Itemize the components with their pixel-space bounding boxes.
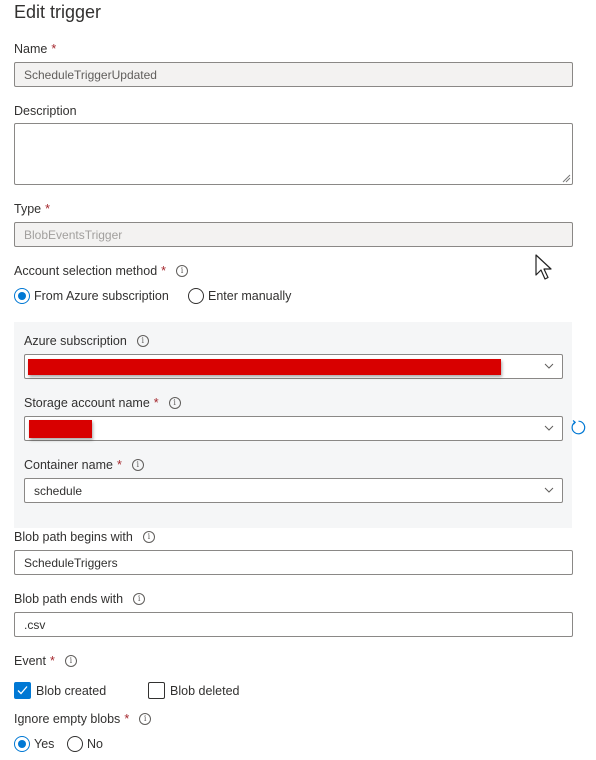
page-title: Edit trigger — [14, 2, 102, 22]
required-marker: * — [124, 712, 130, 726]
description-label: Description — [14, 104, 77, 118]
blob-begins-input[interactable]: ScheduleTriggers — [14, 550, 573, 575]
name-label-text: Name — [14, 42, 48, 56]
blob-ends-value: .csv — [24, 617, 46, 632]
blob-begins-value: ScheduleTriggers — [24, 555, 118, 570]
required-marker: * — [49, 654, 55, 668]
type-label-text: Type — [14, 202, 42, 216]
blob-ends-label-text: Blob path ends with — [14, 592, 124, 606]
info-icon[interactable]: i — [64, 655, 77, 667]
blob-begins-label: Blob path begins with i — [14, 530, 155, 544]
radio-no[interactable]: No — [67, 736, 103, 752]
blob-ends-input[interactable]: .csv — [14, 612, 573, 637]
info-icon[interactable]: i — [168, 397, 181, 409]
required-marker: * — [45, 202, 50, 216]
radio-enter-manually[interactable]: Enter manually — [188, 288, 291, 304]
radio-from-subscription[interactable]: From Azure subscription — [14, 288, 169, 304]
azure-subscription-label: Azure subscription i — [24, 334, 149, 348]
ignore-empty-label: Ignore empty blobs * i — [14, 712, 152, 726]
checkbox-checked-icon[interactable] — [14, 682, 31, 699]
required-marker: * — [116, 458, 122, 472]
checkbox-label: Blob deleted — [170, 683, 240, 698]
radio-unselected-icon[interactable] — [67, 736, 83, 752]
info-icon[interactable]: i — [176, 265, 189, 277]
container-label-text: Container name — [24, 458, 113, 472]
description-label-text: Description — [14, 104, 77, 118]
name-input[interactable]: ScheduleTriggerUpdated — [14, 62, 573, 87]
container-select[interactable]: schedule — [24, 478, 563, 503]
radio-label: Yes — [34, 737, 55, 751]
radio-yes[interactable]: Yes — [14, 736, 54, 752]
azure-subscription-select[interactable] — [24, 354, 563, 379]
resize-handle-icon[interactable] — [561, 173, 571, 183]
type-label: Type * — [14, 202, 50, 216]
radio-label: From Azure subscription — [34, 289, 169, 303]
type-input[interactable]: BlobEventsTrigger — [14, 222, 573, 247]
radio-selected-icon[interactable] — [14, 736, 30, 752]
info-icon[interactable]: i — [131, 459, 144, 471]
info-icon[interactable]: i — [142, 531, 155, 543]
container-label: Container name * i — [24, 458, 144, 472]
blob-ends-label: Blob path ends with i — [14, 592, 146, 606]
container-value: schedule — [34, 483, 83, 498]
radio-unselected-icon[interactable] — [188, 288, 204, 304]
info-icon[interactable]: i — [139, 713, 152, 725]
checkbox-blob-created[interactable]: Blob created — [14, 682, 106, 699]
description-textarea[interactable] — [14, 123, 573, 185]
info-icon[interactable]: i — [133, 593, 146, 605]
account-method-label: Account selection method * i — [14, 264, 189, 278]
required-marker: * — [161, 264, 167, 278]
redacted-value — [29, 420, 92, 438]
chevron-down-icon — [544, 363, 554, 369]
redacted-value — [28, 359, 501, 375]
account-method-label-text: Account selection method — [14, 264, 158, 278]
radio-label: Enter manually — [208, 289, 292, 303]
info-icon[interactable]: i — [136, 335, 149, 347]
azure-subscription-label-text: Azure subscription — [24, 334, 127, 348]
storage-account-label-text: Storage account name — [24, 396, 150, 410]
mouse-cursor-icon — [535, 254, 552, 280]
ignore-empty-label-text: Ignore empty blobs — [14, 712, 121, 726]
chevron-down-icon — [544, 487, 554, 493]
name-value: ScheduleTriggerUpdated — [24, 67, 157, 82]
name-label: Name * — [14, 42, 56, 56]
event-label: Event * i — [14, 654, 77, 668]
storage-account-label: Storage account name * i — [24, 396, 181, 410]
required-marker: * — [153, 396, 159, 410]
blob-begins-label-text: Blob path begins with — [14, 530, 133, 544]
refresh-icon[interactable] — [570, 419, 587, 436]
event-label-text: Event — [14, 654, 46, 668]
storage-account-select[interactable] — [24, 416, 563, 441]
type-value: BlobEventsTrigger — [24, 227, 123, 242]
checkbox-blob-deleted[interactable]: Blob deleted — [148, 682, 240, 699]
chevron-down-icon — [544, 425, 554, 431]
required-marker: * — [51, 42, 57, 56]
radio-selected-icon[interactable] — [14, 288, 30, 304]
checkbox-label: Blob created — [36, 683, 107, 698]
checkbox-unchecked-icon[interactable] — [148, 682, 165, 699]
radio-label: No — [87, 737, 103, 751]
